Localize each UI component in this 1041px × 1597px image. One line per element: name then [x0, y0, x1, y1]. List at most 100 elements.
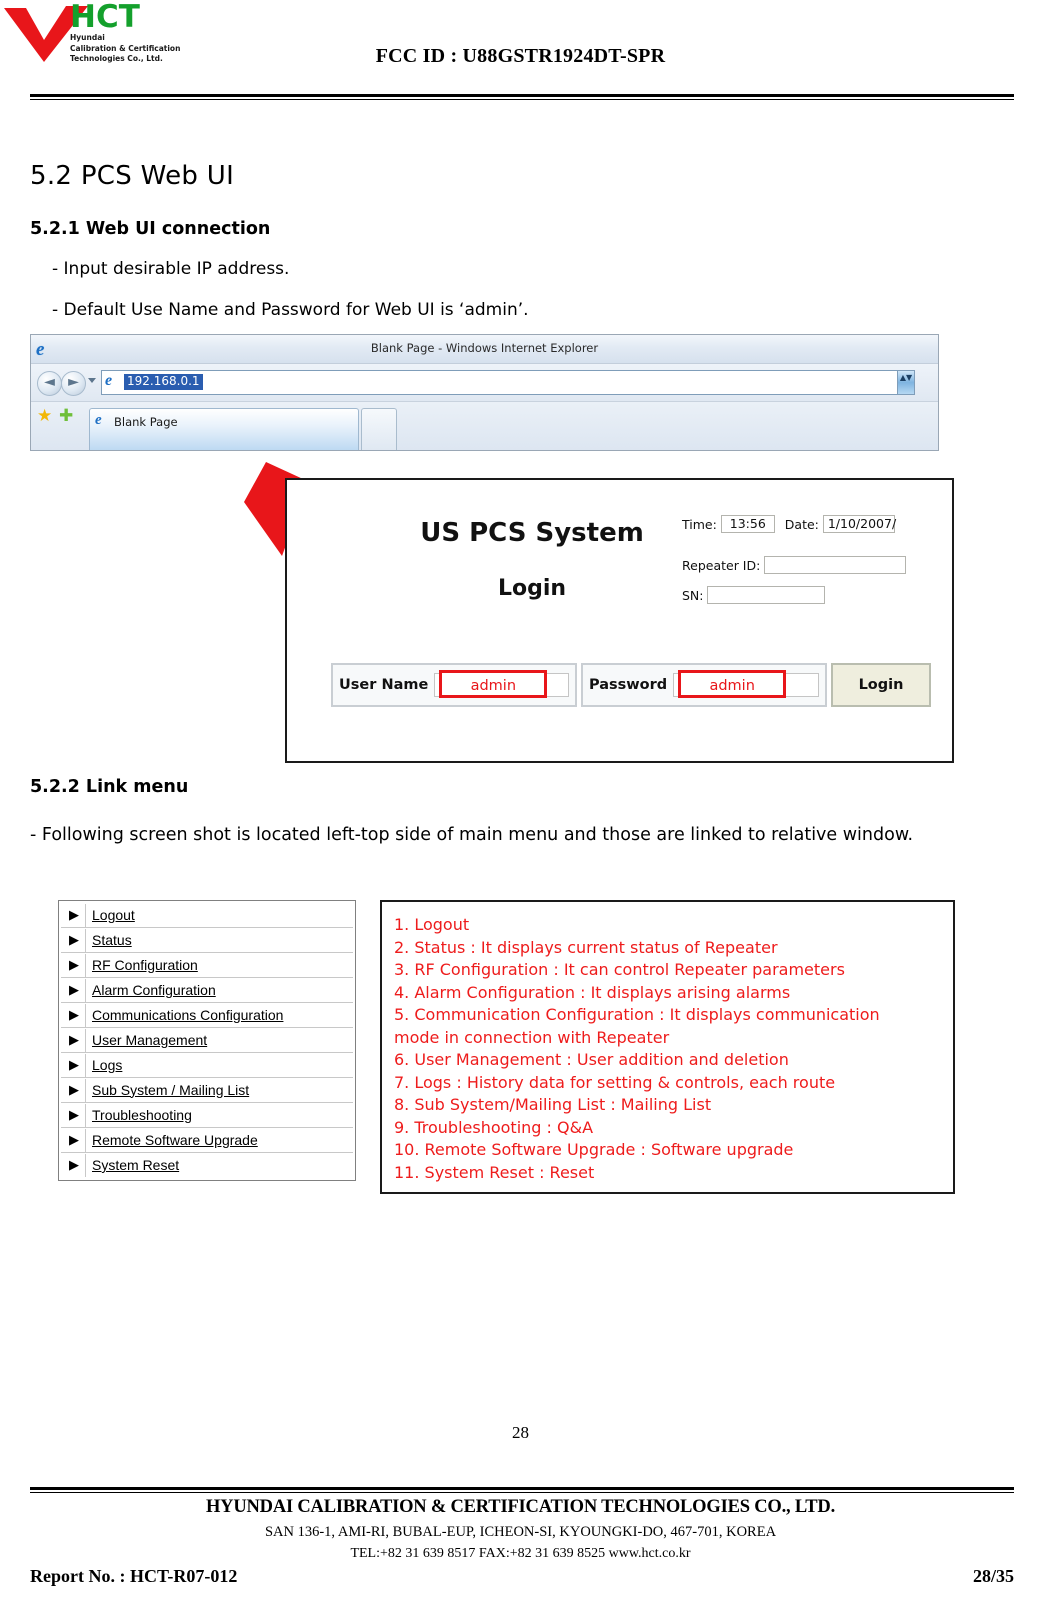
browser-tab[interactable]: e Blank Page	[89, 408, 359, 450]
description-line: 9. Troubleshooting : Q&A	[394, 1117, 594, 1137]
menu-item-user-management[interactable]: ▶ User Management	[61, 1028, 353, 1053]
back-icon[interactable]: ◄	[37, 371, 62, 396]
password-input[interactable]: admin	[673, 670, 819, 698]
bullet-input-ip: - Input desirable IP address.	[52, 259, 290, 279]
internet-explorer-window: e Blank Page - Windows Internet Explorer…	[30, 334, 939, 451]
triangle-bullet-icon: ▶	[69, 1032, 79, 1048]
description-line: 1. Logout	[394, 915, 470, 934]
time-field[interactable]: 13:56	[720, 515, 775, 533]
description-line: 5. Communication Configuration : It disp…	[394, 1005, 880, 1024]
link-menu-screenshot: ▶ Logout ▶ Status ▶ RF Configuration ▶ A…	[58, 900, 356, 1181]
bullet-default-credentials: - Default Use Name and Password for Web …	[52, 300, 529, 320]
address-spinner-icon[interactable]: ▲▼	[897, 371, 914, 394]
time-date-row: Time: 13:56 Date: 1/10/2007/	[682, 515, 896, 533]
footer-address: SAN 136-1, AMI-RI, BUBAL-EUP, ICHEON-SI,…	[264, 1524, 777, 1540]
fcc-id-label: FCC ID : U88GSTR1924DT-SPR	[375, 45, 666, 67]
triangle-bullet-icon: ▶	[69, 932, 79, 948]
menu-item-system-reset[interactable]: ▶ System Reset	[61, 1153, 353, 1178]
date-label: Date:	[784, 516, 819, 532]
menu-link-label[interactable]: Communications Configuration	[85, 1003, 353, 1027]
description-line: 2. Status : It displays current status o…	[394, 937, 778, 957]
description-line: mode in connection with Repeater	[394, 1027, 670, 1047]
username-label: User Name	[339, 677, 429, 693]
description-line: 3. RF Configuration : It can control Rep…	[394, 960, 845, 979]
description-line: 10. Remote Software Upgrade : Software u…	[394, 1140, 794, 1159]
menu-link-label[interactable]: Logs	[85, 1053, 353, 1077]
repeater-id-label: Repeater ID:	[682, 557, 761, 573]
header-divider	[30, 94, 1014, 100]
new-tab-button[interactable]	[361, 408, 397, 450]
menu-link-label[interactable]: System Reset	[85, 1154, 353, 1177]
browser-navbar: ◄ ► e 192.168.0.1 ▲▼	[31, 364, 938, 402]
menu-link-label[interactable]: User Management	[85, 1028, 353, 1052]
password-value-highlight: admin	[678, 670, 787, 698]
sn-field[interactable]	[707, 586, 826, 604]
triangle-bullet-icon: ▶	[69, 1107, 79, 1123]
menu-item-status[interactable]: ▶ Status	[61, 928, 353, 953]
credentials-bar: User Name admin Password admin Login	[331, 663, 931, 707]
paragraph-link-menu: - Following screen shot is located left-…	[30, 825, 914, 845]
description-line: 11. System Reset : Reset	[394, 1162, 595, 1182]
footer-page-of: 28/35	[972, 1566, 1014, 1586]
favorites-star-icon[interactable]: ★	[37, 408, 52, 425]
menu-link-label[interactable]: Status	[85, 928, 353, 952]
address-favicon-icon: e	[105, 372, 113, 389]
browser-window-title: Blank Page - Windows Internet Explorer	[370, 341, 599, 355]
menu-item-sub-system-mailing-list[interactable]: ▶ Sub System / Mailing List	[61, 1078, 353, 1103]
page-header: HCT Hyundai Calibration & Certification …	[0, 0, 1041, 100]
browser-tab-label: Blank Page	[114, 415, 178, 429]
tab-favicon-icon: e	[95, 412, 102, 428]
time-label: Time:	[682, 516, 717, 532]
add-favorite-icon[interactable]: ✚	[59, 408, 73, 425]
menu-link-label[interactable]: Alarm Configuration	[85, 978, 353, 1002]
menu-link-label[interactable]: Logout	[85, 903, 353, 927]
repeater-id-field[interactable]	[764, 556, 907, 574]
triangle-bullet-icon: ▶	[69, 1082, 79, 1098]
menu-item-troubleshooting[interactable]: ▶ Troubleshooting	[61, 1103, 353, 1128]
description-line: 4. Alarm Configuration : It displays ari…	[394, 982, 791, 1002]
footer-company-name: HYUNDAI CALIBRATION & CERTIFICATION TECH…	[205, 1497, 836, 1517]
date-field[interactable]: 1/10/2007/	[822, 515, 896, 533]
description-line: 8. Sub System/Mailing List : Mailing Lis…	[394, 1095, 712, 1114]
username-value-highlight: admin	[439, 670, 548, 698]
menu-link-label[interactable]: Troubleshooting	[85, 1103, 353, 1127]
menu-description-box: 1. Logout 2. Status : It displays curren…	[380, 900, 955, 1194]
menu-item-logs[interactable]: ▶ Logs	[61, 1053, 353, 1078]
browser-titlebar: e Blank Page - Windows Internet Explorer	[31, 335, 938, 364]
footer-contact: TEL:+82 31 639 8517 FAX:+82 31 639 8525 …	[350, 1546, 691, 1561]
heading-5-2-1: 5.2.1 Web UI connection	[30, 219, 271, 239]
menu-link-label[interactable]: Sub System / Mailing List	[85, 1078, 353, 1102]
menu-link-label[interactable]: Remote Software Upgrade	[85, 1128, 353, 1152]
address-bar-value[interactable]: 192.168.0.1	[124, 374, 203, 390]
triangle-bullet-icon: ▶	[69, 907, 79, 923]
password-label: Password	[589, 677, 668, 693]
username-group: User Name admin	[331, 663, 577, 707]
forward-icon[interactable]: ►	[61, 371, 86, 396]
login-button[interactable]: Login	[831, 663, 931, 707]
heading-5-2-2: 5.2.2 Link menu	[30, 777, 189, 797]
triangle-bullet-icon: ▶	[69, 957, 79, 973]
logo-brand-text: HCT	[70, 0, 140, 35]
address-bar[interactable]: e 192.168.0.1 ▲▼	[101, 370, 915, 395]
triangle-bullet-icon: ▶	[69, 982, 79, 998]
menu-link-label[interactable]: RF Configuration	[85, 953, 353, 977]
repeater-id-row: Repeater ID:	[682, 556, 907, 574]
login-heading: Login	[497, 576, 567, 601]
sn-label: SN:	[682, 587, 704, 603]
sn-row: SN:	[682, 586, 826, 604]
menu-item-rf-configuration[interactable]: ▶ RF Configuration	[61, 953, 353, 978]
triangle-bullet-icon: ▶	[69, 1132, 79, 1148]
username-input[interactable]: admin	[434, 670, 569, 698]
footer-report-number: Report No. : HCT-R07-012	[30, 1566, 238, 1586]
description-line: 6. User Management : User addition and d…	[394, 1050, 789, 1069]
page-number: 28	[512, 1423, 529, 1442]
triangle-bullet-icon: ▶	[69, 1057, 79, 1073]
us-pcs-login-panel: US PCS System Login Time: 13:56 Date: 1/…	[285, 478, 954, 763]
menu-item-remote-software-upgrade[interactable]: ▶ Remote Software Upgrade	[61, 1128, 353, 1153]
history-dropdown-icon[interactable]	[88, 378, 96, 383]
password-group: Password admin	[581, 663, 827, 707]
menu-item-alarm-configuration[interactable]: ▶ Alarm Configuration	[61, 978, 353, 1003]
menu-item-logout[interactable]: ▶ Logout	[61, 903, 353, 928]
menu-item-communications-configuration[interactable]: ▶ Communications Configuration	[61, 1003, 353, 1028]
browser-tabbar: ★ ✚ e Blank Page	[31, 402, 938, 450]
